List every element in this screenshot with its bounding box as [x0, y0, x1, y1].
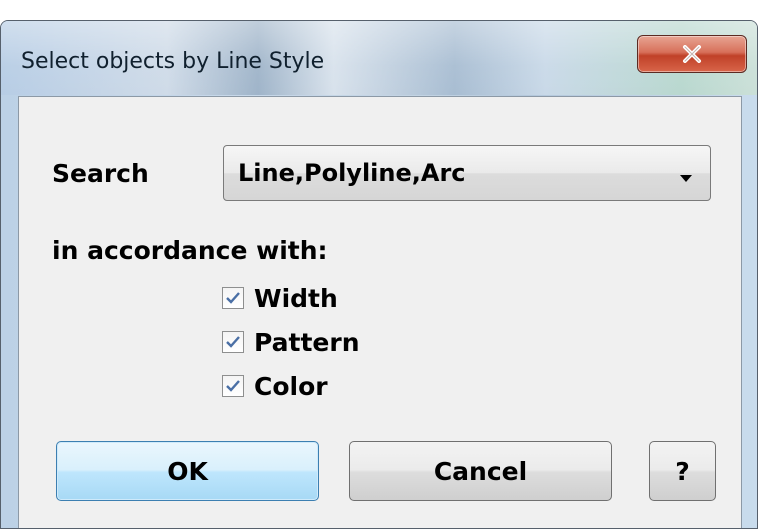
- criteria-label: in accordance with:: [52, 236, 328, 265]
- width-checkbox[interactable]: [222, 287, 244, 309]
- color-checkbox-row[interactable]: Color: [222, 370, 328, 402]
- cancel-button[interactable]: Cancel: [349, 441, 612, 501]
- close-x-icon: [682, 45, 702, 63]
- dialog-window: Select objects by Line Style Search Line…: [0, 20, 758, 529]
- search-label: Search: [52, 159, 149, 188]
- title-bar[interactable]: Select objects by Line Style: [1, 21, 757, 95]
- chevron-down-icon: [680, 170, 692, 188]
- close-button[interactable]: [637, 35, 747, 73]
- dialog-title: Select objects by Line Style: [21, 49, 325, 74]
- ok-button[interactable]: OK: [56, 441, 319, 501]
- checkmark-icon: [226, 380, 240, 392]
- width-checkbox-label: Width: [254, 283, 338, 313]
- pattern-checkbox[interactable]: [222, 331, 244, 353]
- checkmark-icon: [226, 292, 240, 304]
- search-dropdown[interactable]: Line,Polyline,Arc: [223, 145, 711, 201]
- checkmark-icon: [226, 336, 240, 348]
- color-checkbox-label: Color: [254, 371, 328, 401]
- width-checkbox-row[interactable]: Width: [222, 282, 338, 314]
- color-checkbox[interactable]: [222, 375, 244, 397]
- dialog-content: Search Line,Polyline,Arc in accordance w…: [18, 96, 742, 528]
- search-dropdown-value: Line,Polyline,Arc: [238, 159, 466, 187]
- pattern-checkbox-label: Pattern: [254, 327, 360, 357]
- help-button[interactable]: ?: [649, 441, 716, 501]
- pattern-checkbox-row[interactable]: Pattern: [222, 326, 360, 358]
